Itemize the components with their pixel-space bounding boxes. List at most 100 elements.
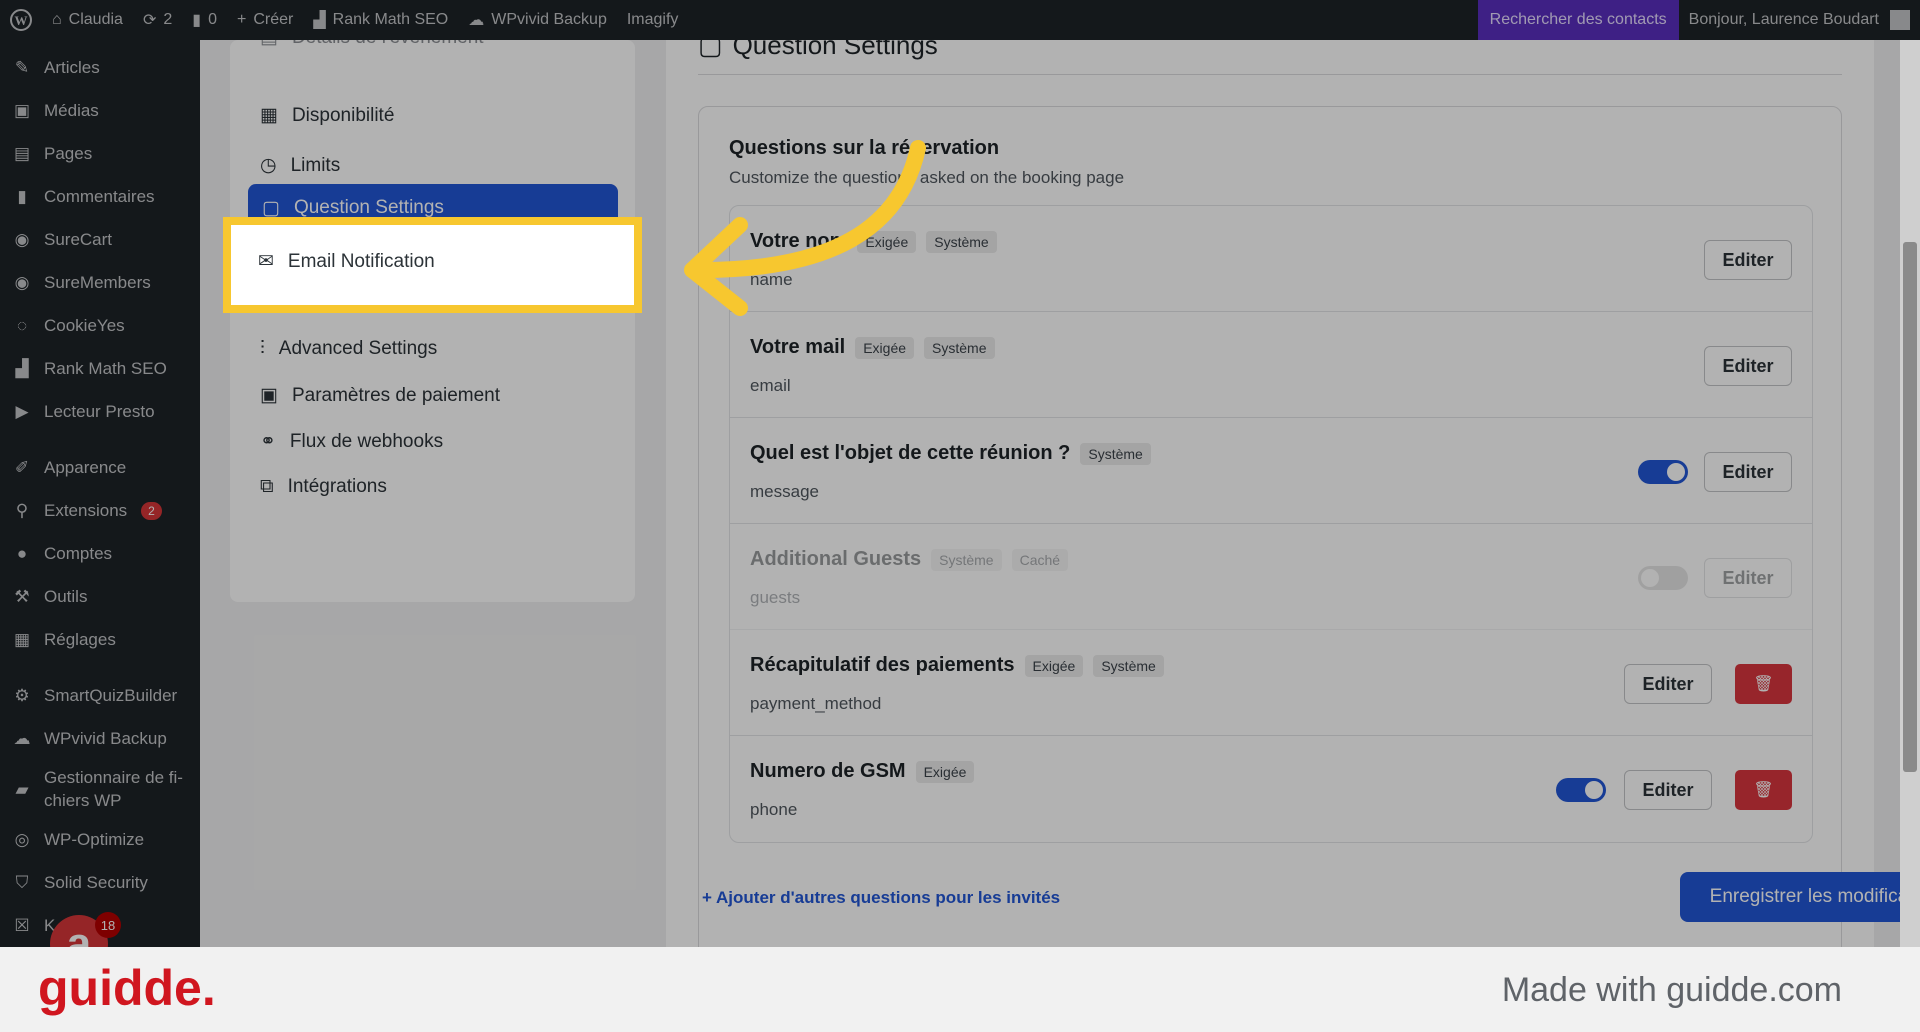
payment-icon: ▣ (260, 385, 278, 406)
menu-item-m-dias[interactable]: ▣ Médias (0, 89, 200, 132)
new-content-link[interactable]: + Créer (227, 0, 303, 40)
link-icon: ⚭ (260, 431, 276, 452)
menu-item-label: CookieYes (44, 315, 125, 335)
menu-item-wp-optimize[interactable]: ◎ WP-Optimize (0, 818, 200, 861)
scrollbar-thumb[interactable] (1903, 242, 1917, 772)
account-menu[interactable]: Bonjour, Laurence Boudart (1679, 0, 1920, 40)
extensions-update-badge: 2 (141, 501, 162, 520)
pin-icon: ✎ (14, 57, 30, 77)
menu-item-pages[interactable]: ▤ Pages (0, 132, 200, 175)
question-label: Additional Guests (750, 548, 922, 570)
edit-question-button[interactable]: Editer (1624, 770, 1712, 810)
question-row: Votre nom Exigée Système name Editer (730, 206, 1812, 312)
subnav-item-event-details[interactable]: ▤ Détails de l'événement (260, 40, 484, 49)
menu-item-label: Pages (44, 143, 93, 163)
question-enabled-toggle[interactable] (1556, 778, 1606, 802)
menu-item-wpvivid-backup[interactable]: ☁ WPvivid Backup (0, 717, 200, 760)
calendar-icon: ▦ (260, 105, 278, 126)
rankmath-icon: ▟ (15, 358, 29, 378)
question-enabled-toggle[interactable] (1638, 460, 1688, 484)
menu-item-r-glages[interactable]: ▦ Réglages (0, 618, 200, 661)
divider (698, 74, 1842, 75)
avatar-notification-badge: 18 (95, 912, 121, 938)
menu-item-outils[interactable]: ⚒ Outils (0, 575, 200, 618)
trash-icon: 🗑 (1753, 676, 1774, 693)
menu-item-label: Articles (44, 57, 100, 77)
admin-bar: W ⌂ Claudia ⟳ 2 ▮ 0 + Créer ▟ Rank Math … (0, 0, 1920, 40)
mail-icon: ✉ (258, 251, 274, 272)
svg-text:W: W (15, 13, 28, 28)
menu-item-solid-security[interactable]: ⛉ Solid Security (0, 861, 200, 904)
comment-icon: ▮ (17, 186, 27, 206)
menu-item-label: Outils (44, 586, 88, 606)
rankmath-link[interactable]: ▟ Rank Math SEO (303, 0, 458, 40)
menu-item-label: Réglages (44, 629, 116, 649)
email-notification-label: Email Notification (287, 250, 435, 272)
menu-item-lecteur-presto[interactable]: ▶ Lecteur Presto (0, 390, 200, 433)
wpvivid-link[interactable]: ☁ WPvivid Backup (458, 0, 617, 40)
question-key: name (750, 270, 793, 289)
subnav-item-email-notification[interactable]: ✉ Email Notification (258, 250, 435, 273)
search-contacts-button[interactable]: Rechercher des contacts (1477, 0, 1679, 40)
question-key: email (750, 376, 791, 395)
edit-question-button[interactable]: Editer (1704, 558, 1792, 598)
edit-question-button[interactable]: Editer (1704, 346, 1792, 386)
trash-icon: 🗑 (1753, 782, 1774, 799)
rankmath-icon: ▟ (313, 12, 326, 29)
menu-item-comptes[interactable]: ● Comptes (0, 532, 200, 575)
delete-question-button[interactable]: 🗑 (1735, 664, 1792, 704)
subnav-item-disponibilit[interactable]: ▦ Disponibilité (260, 104, 394, 127)
comments-link[interactable]: ▮ 0 (182, 0, 227, 40)
updates-count: 2 (163, 11, 173, 28)
edit-question-button[interactable]: Editer (1704, 240, 1792, 280)
page-icon: ▤ (13, 143, 31, 163)
folder-icon: ▰ (15, 779, 29, 799)
wordpress-logo-icon[interactable]: W (0, 0, 42, 40)
wpvivid-label: WPvivid Backup (491, 11, 607, 28)
edit-question-button[interactable]: Editer (1704, 452, 1792, 492)
subnav-item-limits[interactable]: ◷ Limits (260, 154, 340, 177)
imagify-link[interactable]: Imagify (617, 0, 689, 40)
edit-question-button[interactable]: Editer (1624, 664, 1712, 704)
subnav-item-int-grations[interactable]: ⧉ Intégrations (260, 476, 387, 498)
question-label: Votre mail (750, 336, 846, 358)
question-row: Numero de GSM Exigée phone 🗑 Editer (730, 736, 1812, 842)
settings-subnav: ▤ Détails de l'événement ▦ Disponibilité ◷ Li… (230, 40, 635, 602)
subnav-item-label: Limits (290, 154, 341, 176)
site-name-link[interactable]: ⌂ Claudia (42, 0, 133, 40)
menu-item-smartquizbuilder[interactable]: ⚙ SmartQuizBuilder (0, 674, 200, 717)
subnav-item-param-tres-de-paiement[interactable]: ▣ Paramètres de paiement (260, 384, 500, 407)
subnav-item-advanced-settings[interactable]: ⫶ Advanced Settings (260, 338, 437, 360)
cookie-icon: ◌ (16, 315, 28, 335)
delete-question-button[interactable]: 🗑 (1735, 770, 1792, 810)
menu-item-apparence[interactable]: ✐ Apparence (0, 446, 200, 489)
menu-item-suremembers[interactable]: ◉ SureMembers (0, 261, 200, 304)
menu-item-gestionnaire-de-fi-chiers-wp[interactable]: ▰ Gestionnaire de fi-chiers WP (0, 760, 200, 818)
subnav-item-flux-de-webhooks[interactable]: ⚭ Flux de webhooks (260, 430, 443, 453)
menu-item-cookieyes[interactable]: ◌ CookieYes (0, 304, 200, 347)
question-enabled-toggle[interactable] (1638, 566, 1688, 590)
add-questions-link[interactable]: + Ajouter d'autres questions pour les in… (702, 888, 1060, 908)
cloud-icon: ☁ (468, 12, 485, 29)
event-details-label: Détails de l'événement (292, 40, 484, 49)
home-icon: ⌂ (52, 11, 62, 28)
menu-item-commentaires[interactable]: ▮ Commentaires (0, 175, 200, 218)
menu-item-label: SmartQuizBuilder (44, 685, 178, 705)
updates-link[interactable]: ⟳ 2 (133, 0, 182, 40)
menu-item-articles[interactable]: ✎ Articles (0, 46, 200, 89)
menu-item-label: Apparence (44, 457, 127, 477)
sliders-icon: ⫶ (260, 338, 265, 359)
question-tag: Exigée (855, 336, 915, 359)
question-tag: Système (1080, 442, 1151, 465)
menu-item-label: SureMembers (44, 272, 151, 292)
menu-item-label: Lecteur Presto (44, 401, 155, 421)
integration-icon: ⧉ (260, 476, 274, 497)
menu-item-rank-math-seo[interactable]: ▟ Rank Math SEO (0, 347, 200, 390)
menu-item-extensions[interactable]: ⚲ Extensions 2 (0, 489, 200, 532)
menu-item-label: Extensions (44, 500, 128, 520)
subnav-item-label: Paramètres de paiement (291, 384, 501, 406)
save-changes-button[interactable]: Enregistrer les modifications (1680, 872, 1920, 922)
question-row: Votre mail Exigée Système email Editer (730, 312, 1812, 418)
menu-item-surecart[interactable]: ◉ SureCart (0, 218, 200, 261)
guidde-logo: guidde. (38, 960, 216, 1016)
